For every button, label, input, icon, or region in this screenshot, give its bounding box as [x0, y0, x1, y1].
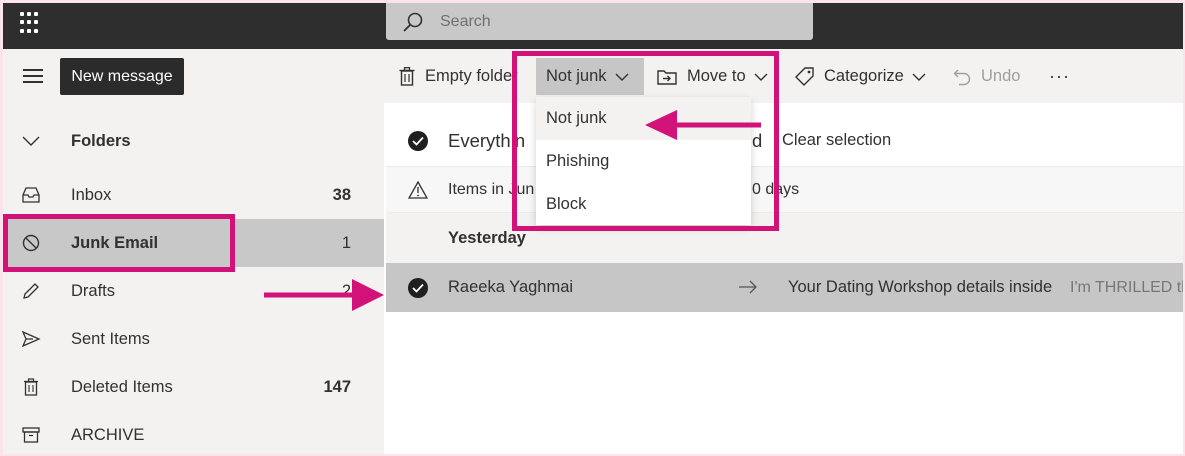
search-placeholder: Search — [440, 12, 491, 30]
more-options-button[interactable]: ··· — [1049, 58, 1070, 95]
message-subject: Your Dating Workshop details inside — [788, 278, 1053, 296]
sidebar-item-label: Deleted Items — [71, 377, 173, 396]
categorize-button[interactable]: Categorize — [795, 58, 926, 95]
annotation-arrow-right — [264, 279, 384, 311]
undo-button[interactable]: Undo — [953, 58, 1020, 95]
sidebar-item-label: Inbox — [71, 185, 112, 204]
sidebar-item-label: ARCHIVE — [71, 425, 145, 444]
search-icon — [403, 12, 423, 32]
folders-label: Folders — [71, 131, 131, 150]
sidebar-item-sent-items[interactable]: Sent Items — [3, 315, 384, 363]
hamburger-menu-icon[interactable] — [23, 69, 43, 83]
checkmark-icon[interactable] — [408, 277, 428, 298]
undo-label: Undo — [981, 67, 1021, 85]
send-icon — [21, 330, 41, 348]
group-header: Yesterday — [386, 213, 1183, 263]
outlook-window: Search New message Empty folder Not junk — [3, 3, 1183, 454]
junk-info-row: Items in Jun 0 days — [386, 167, 1183, 213]
search-box[interactable]: Search — [386, 3, 813, 40]
warning-icon — [408, 180, 428, 199]
sidebar-item-inbox[interactable]: Inbox 38 — [3, 171, 384, 219]
sidebar-item-label: Drafts — [71, 281, 116, 300]
unread-count: 147 — [323, 377, 351, 396]
pencil-icon — [23, 283, 39, 299]
group-header-label: Yesterday — [448, 228, 526, 247]
archive-icon — [22, 427, 40, 443]
message-preview: I'm THRILLED that — [1070, 278, 1183, 296]
chevron-down-icon — [912, 73, 926, 81]
app-launcher-icon[interactable] — [20, 12, 42, 34]
message-row[interactable]: Raeeka Yaghmai Your Dating Workshop deta… — [386, 263, 1183, 312]
forward-arrow-icon — [739, 280, 757, 294]
empty-folder-label: Empty folder — [425, 67, 518, 85]
tag-icon — [795, 67, 814, 86]
select-all-row[interactable]: Everythin d Clear selection — [386, 115, 1183, 167]
new-message-button[interactable]: New message — [60, 58, 184, 95]
trash-icon — [399, 67, 415, 86]
chevron-down-icon — [22, 136, 40, 146]
folders-header[interactable]: Folders — [3, 117, 384, 165]
sidebar-item-archive[interactable]: ARCHIVE — [3, 411, 384, 454]
inbox-icon — [22, 187, 40, 203]
checkmark-icon[interactable] — [408, 130, 428, 151]
unread-count: 38 — [332, 185, 351, 204]
undo-icon — [953, 69, 971, 85]
sidebar-item-deleted-items[interactable]: Deleted Items 147 — [3, 363, 384, 411]
annotation-arrow-left — [645, 110, 761, 140]
clear-selection-link[interactable]: Clear selection — [782, 131, 891, 150]
message-sender: Raeeka Yaghmai — [448, 278, 574, 296]
trash-icon — [24, 378, 38, 396]
top-bar: Search — [3, 3, 1183, 49]
annotation-highlight-box — [3, 214, 235, 272]
message-list: Everythin d Clear selection Items in Jun… — [386, 103, 1183, 454]
sidebar-item-label: Sent Items — [71, 329, 150, 348]
unread-count: 1 — [341, 233, 351, 252]
categorize-label: Categorize — [824, 67, 904, 85]
empty-folder-button[interactable]: Empty folder — [399, 58, 518, 95]
